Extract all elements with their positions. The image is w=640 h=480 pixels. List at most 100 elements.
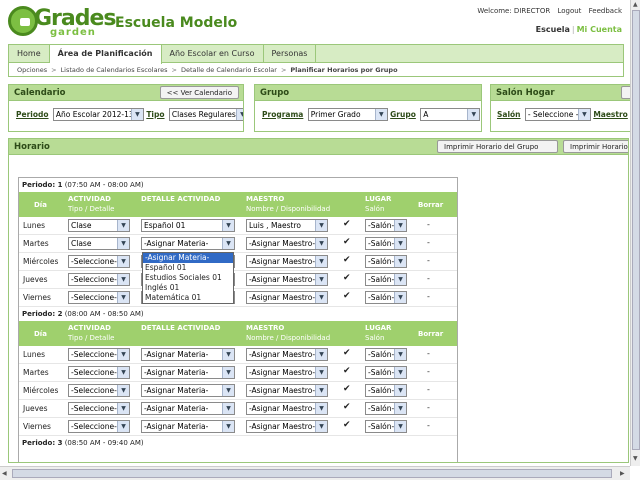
maestro-select[interactable]: -Asignar Maestro- ▼	[246, 273, 328, 286]
tipo-select[interactable]: Clases Regulares▼	[168, 108, 243, 121]
maestro-select[interactable]: -Asignar Maestro- ▼	[246, 402, 328, 415]
scroll-left-icon[interactable]: ◀	[2, 470, 7, 477]
salon-select[interactable]: -Salón- ▼	[365, 237, 407, 250]
maestro-select[interactable]: -Asignar Maestro- ▼	[246, 420, 328, 433]
detalle-select[interactable]: -Asignar Materia- ▼	[141, 237, 235, 250]
schedule-header-row: Día ACTIVIDAD Tipo / Detalle DETALLE ACTIVI…	[19, 321, 457, 346]
print-group-schedule-button[interactable]: Imprimir Horario del Grupo	[437, 140, 558, 153]
availability-check-icon: ✔	[343, 384, 351, 394]
horizontal-scrollbar[interactable]: ◀ ▶	[0, 466, 630, 480]
tipo-select[interactable]: -Seleccione- ▼	[68, 255, 130, 268]
salon-select[interactable]: -Salón- ▼	[365, 291, 407, 304]
delete-button[interactable]: -	[427, 421, 430, 430]
tipo-select[interactable]: -Seleccione- ▼	[68, 420, 130, 433]
mi-cuenta-link[interactable]: Mi Cuenta	[577, 25, 622, 34]
maestro-select[interactable]: -Asignar Maestro- ▼	[246, 384, 328, 397]
grades-garden-logo[interactable]: Grades garden	[8, 6, 117, 40]
scroll-right-icon[interactable]: ▶	[620, 470, 625, 477]
delete-button[interactable]: -	[427, 292, 430, 301]
chevron-down-icon: ▼	[394, 274, 406, 285]
tab-1[interactable]: Área de Planificación	[49, 45, 162, 64]
period-time: (08:50 AM - 09:40 AM)	[64, 439, 144, 447]
salon-select[interactable]: -Salón- ▼	[365, 273, 407, 286]
account-links: Escuela | Mi Cuenta	[536, 25, 622, 34]
tipo-select-value: -Seleccione-	[71, 386, 117, 395]
chevron-down-icon: ▼	[235, 109, 243, 120]
scroll-up-icon[interactable]: ▲	[633, 1, 638, 8]
grupo-select[interactable]: A ▼	[420, 108, 481, 121]
day-cell: Martes	[23, 368, 49, 377]
vertical-scroll-thumb[interactable]	[632, 10, 640, 450]
delete-button[interactable]: -	[427, 274, 430, 283]
chevron-down-icon: ▼	[374, 109, 387, 120]
maestro-select[interactable]: Luis , Maestro ▼	[246, 219, 328, 232]
logout-link[interactable]: Logout	[557, 7, 581, 15]
dropdown-option[interactable]: Inglés 01	[143, 283, 233, 293]
programa-label: Programa	[262, 109, 304, 119]
tipo-select[interactable]: -Seleccione- ▼	[68, 291, 130, 304]
detalle-select[interactable]: -Asignar Materia- ▼	[141, 402, 235, 415]
detalle-select[interactable]: Español 01 ▼	[141, 219, 235, 232]
salon-select[interactable]: -Salón- ▼	[365, 402, 407, 415]
delete-button[interactable]: -	[427, 256, 430, 265]
maestro-select[interactable]: -Asignar Maestro- ▼	[246, 237, 328, 250]
salon-select[interactable]: -Salón- ▼	[365, 219, 407, 232]
chevron-down-icon: ▼	[117, 274, 129, 285]
delete-button[interactable]: -	[427, 349, 430, 358]
dropdown-option[interactable]: Estudios Sociales 01	[143, 273, 233, 283]
salon-select[interactable]: - Seleccione - ▼	[524, 108, 591, 121]
tab-0[interactable]: Home	[9, 45, 50, 63]
detalle-select[interactable]: -Asignar Materia- ▼	[141, 384, 235, 397]
tipo-select[interactable]: -Seleccione- ▼	[68, 366, 130, 379]
tipo-select[interactable]: Clase ▼	[68, 237, 130, 250]
tab-2[interactable]: Año Escolar en Curso	[162, 45, 264, 63]
salon-select[interactable]: -Salón- ▼	[365, 384, 407, 397]
programa-select[interactable]: Primer Grado ▼	[307, 108, 388, 121]
vertical-scrollbar[interactable]: ▲ ▼	[630, 0, 640, 466]
chevron-down-icon: ▼	[394, 220, 406, 231]
ver-calendario-button[interactable]: << Ver Calendario	[159, 86, 239, 99]
salon-select[interactable]: -Salón- ▼	[365, 366, 407, 379]
escuela-link[interactable]: Escuela	[536, 25, 570, 34]
salon-hogar-button[interactable]	[621, 86, 630, 99]
maestro-select[interactable]: -Asignar Maestro- ▼	[246, 255, 328, 268]
tab-3[interactable]: Personas	[264, 45, 317, 63]
tipo-select[interactable]: -Seleccione- ▼	[68, 384, 130, 397]
chevron-down-icon: ▼	[394, 238, 406, 249]
delete-button[interactable]: -	[427, 403, 430, 412]
delete-button[interactable]: -	[427, 220, 430, 229]
detalle-select-value: -Asignar Materia-	[144, 404, 209, 413]
delete-button[interactable]: -	[427, 385, 430, 394]
breadcrumb-item[interactable]: Listado de Calendarios Escolares	[61, 66, 168, 74]
tipo-select[interactable]: -Seleccione- ▼	[68, 273, 130, 286]
dropdown-option[interactable]: -Asignar Materia-	[143, 253, 233, 263]
breadcrumb-item[interactable]: Opciones	[17, 66, 47, 74]
scroll-down-icon[interactable]: ▼	[633, 455, 638, 462]
dropdown-option[interactable]: Español 01	[143, 263, 233, 273]
maestro-select[interactable]: -Asignar Maestro- ▼	[246, 291, 328, 304]
salon-select-value: -Salón-	[368, 404, 395, 413]
salon-select[interactable]: -Salón- ▼	[365, 348, 407, 361]
salon-select[interactable]: -Salón- ▼	[365, 255, 407, 268]
tipo-select[interactable]: Clase ▼	[68, 219, 130, 232]
delete-button[interactable]: -	[427, 367, 430, 376]
tipo-select[interactable]: -Seleccione- ▼	[68, 348, 130, 361]
day-cell: Viernes	[23, 293, 51, 302]
horizontal-scroll-thumb[interactable]	[12, 469, 612, 478]
tipo-select[interactable]: -Seleccione- ▼	[68, 402, 130, 415]
salon-select[interactable]: -Salón- ▼	[365, 420, 407, 433]
detalle-select[interactable]: -Asignar Materia- ▼	[141, 420, 235, 433]
detalle-select[interactable]: -Asignar Materia- ▼	[141, 348, 235, 361]
maestro-select[interactable]: -Asignar Maestro- ▼	[246, 348, 328, 361]
periodo-select[interactable]: Año Escolar 2012-13 ▼	[52, 108, 144, 121]
detalle-select[interactable]: -Asignar Materia- ▼	[141, 366, 235, 379]
programa-value: Primer Grado	[310, 110, 361, 119]
maestro-select-value: Luis , Maestro	[249, 221, 301, 230]
feedback-link[interactable]: Feedback	[589, 7, 622, 15]
breadcrumb-item[interactable]: Detalle de Calendario Escolar	[181, 66, 277, 74]
maestro-select[interactable]: -Asignar Maestro- ▼	[246, 366, 328, 379]
dropdown-option[interactable]: Matemática 01	[143, 293, 233, 303]
print-schedule-button[interactable]: Imprimir Horario (C	[563, 140, 628, 153]
delete-button[interactable]: -	[427, 238, 430, 247]
schedule-table: Periodo: 1 (07:50 AM - 08:00 AM) Día ACTIV…	[18, 177, 458, 462]
